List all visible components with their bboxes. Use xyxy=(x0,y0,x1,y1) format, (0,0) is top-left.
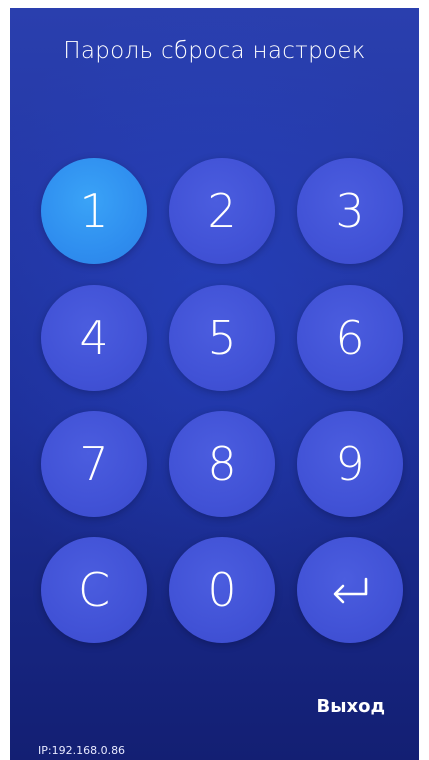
key-label: 0 xyxy=(207,563,237,617)
key-label: 4 xyxy=(79,311,109,365)
key-1-button[interactable]: 1 xyxy=(41,158,147,264)
clear-button[interactable]: C xyxy=(41,537,147,643)
key-label: 2 xyxy=(207,184,237,238)
key-7-button[interactable]: 7 xyxy=(41,411,147,517)
key-label: 9 xyxy=(335,437,365,491)
key-label: 1 xyxy=(79,184,109,238)
key-4-button[interactable]: 4 xyxy=(41,285,147,391)
key-3-button[interactable]: 3 xyxy=(297,158,403,264)
key-label: 8 xyxy=(207,437,237,491)
key-0-button[interactable]: 0 xyxy=(169,537,275,643)
enter-button[interactable] xyxy=(297,537,403,643)
key-label: C xyxy=(77,563,111,617)
key-9-button[interactable]: 9 xyxy=(297,411,403,517)
key-2-button[interactable]: 2 xyxy=(169,158,275,264)
enter-icon xyxy=(333,577,368,604)
key-8-button[interactable]: 8 xyxy=(169,411,275,517)
key-5-button[interactable]: 5 xyxy=(169,285,275,391)
reset-password-screen: Пароль сброса настроек 1 2 3 4 5 6 7 8 9 xyxy=(10,8,419,760)
exit-button[interactable]: Выход xyxy=(316,696,385,717)
key-6-button[interactable]: 6 xyxy=(297,285,403,391)
key-label: 5 xyxy=(207,311,237,365)
key-label: 7 xyxy=(79,437,109,491)
key-label: 3 xyxy=(335,184,365,238)
ip-address-label: IP:192.168.0.86 xyxy=(38,744,126,757)
key-label: 6 xyxy=(335,311,365,365)
numeric-keypad: 1 2 3 4 5 6 7 8 9 C 0 xyxy=(10,8,419,760)
